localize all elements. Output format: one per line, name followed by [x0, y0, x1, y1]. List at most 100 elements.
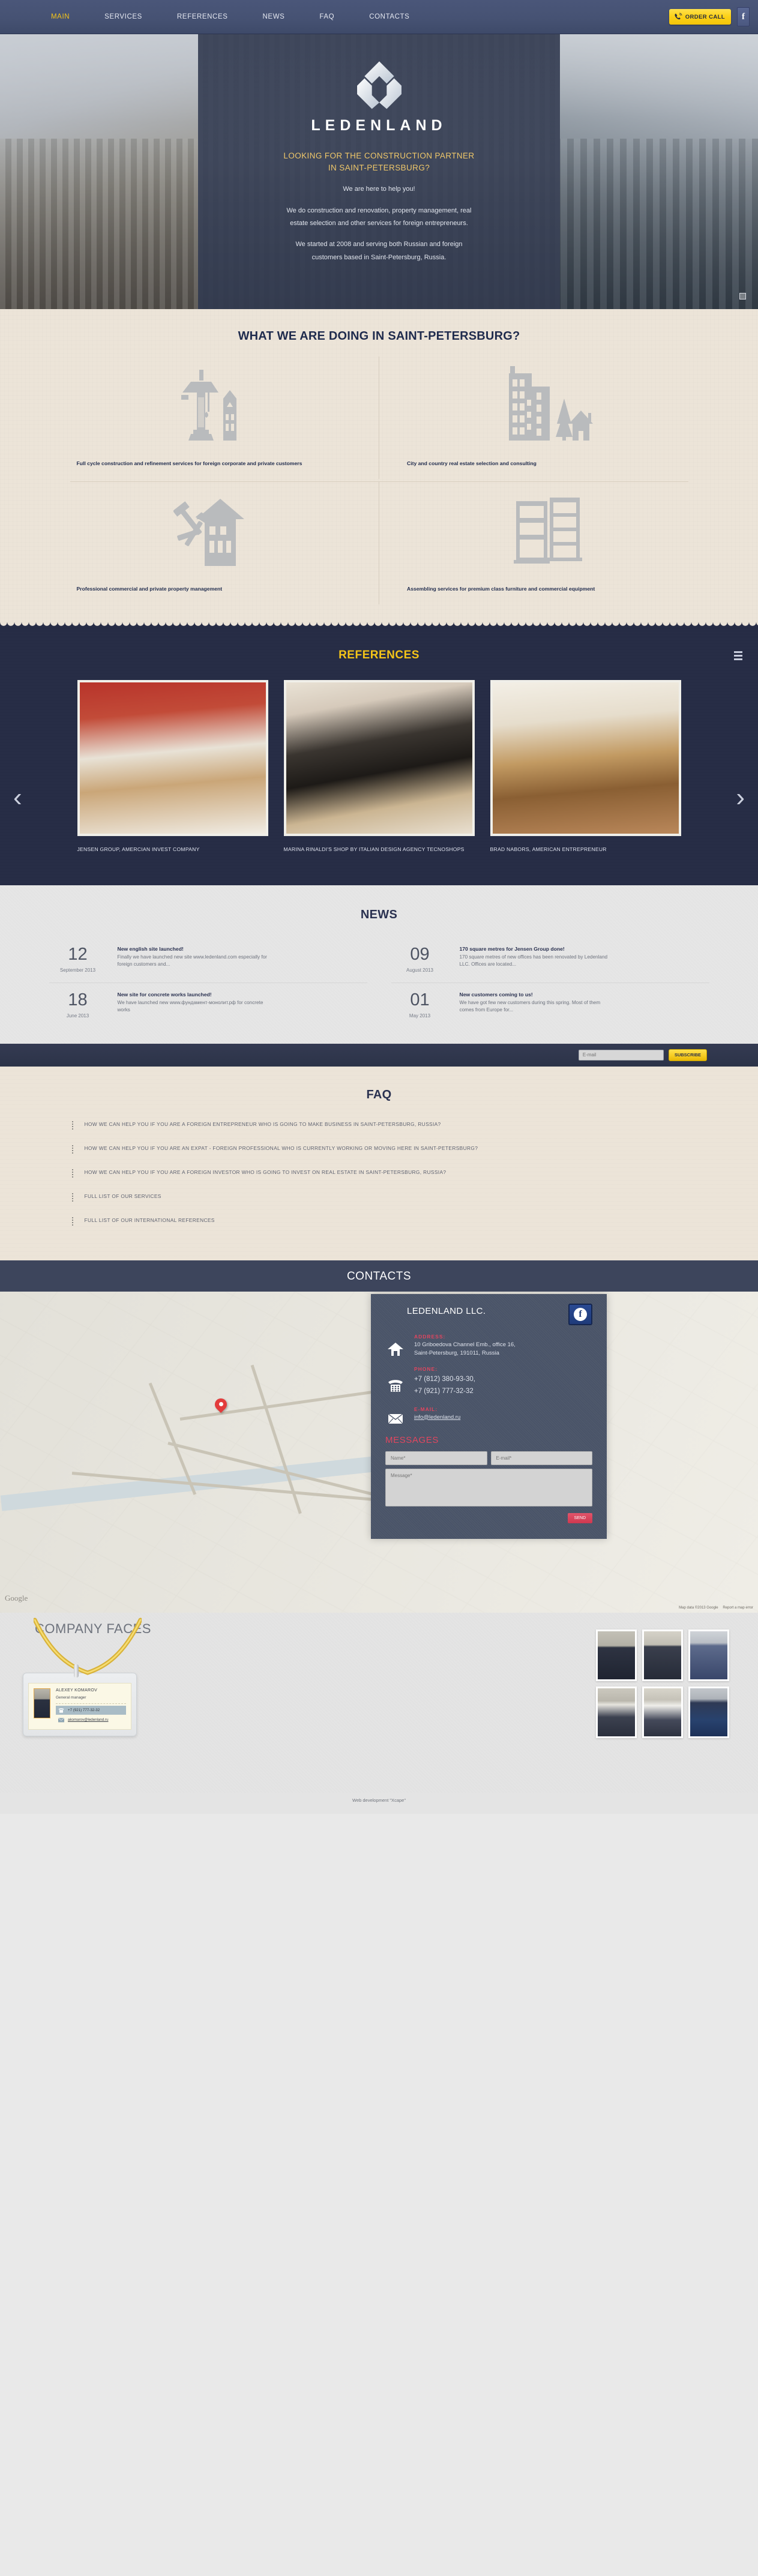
facebook-icon[interactable]: f [737, 7, 750, 26]
references-next-arrow[interactable]: › [736, 784, 745, 811]
phone-label: PHONE: [414, 1366, 438, 1373]
subscribe-bar: SUBSCRIBE [0, 1043, 758, 1067]
nav-item-main[interactable]: MAIN [51, 13, 70, 20]
news-item[interactable]: 09 August 2013 170 square metres for Jen… [391, 937, 709, 983]
faq-question: FULL LIST OF OUR SERVICES [84, 1193, 161, 1199]
email-value[interactable]: info@ledenland.ru [414, 1413, 460, 1422]
city-country-buildings-icon [407, 363, 691, 442]
address-row: ADDRESS: 10 Griboedova Channel Emb., off… [385, 1334, 592, 1358]
references-title: REFERENCES [0, 649, 758, 662]
news-excerpt: We have launched new www.фундамент-монол… [117, 999, 263, 1013]
faq-item[interactable]: FULL LIST OF OUR INTERNATIONAL REFERENCE… [71, 1216, 709, 1227]
news-date: 01 May 2013 [391, 991, 449, 1019]
employee-tile[interactable] [688, 1686, 729, 1738]
reference-caption: BRAD NABORS, AMERICAN ENTREPRENEUR [490, 846, 607, 852]
map-location-pin-icon[interactable] [212, 1395, 230, 1415]
faq-question: HOW WE CAN HELP YOU IF YOU ARE A FOREIGN… [84, 1169, 447, 1175]
phone-row: PHONE: +7 (812) 380-93-30, +7 (921) 777-… [385, 1366, 592, 1397]
faq-item[interactable]: FULL LIST OF OUR SERVICES [71, 1192, 709, 1203]
nav-right-actions: ORDER CALL f [669, 7, 758, 26]
service-cell-4[interactable]: Assembling services for premium class fu… [379, 482, 709, 604]
faq-list: HOW WE CAN HELP YOU IF YOU ARE A FOREIGN… [49, 1120, 709, 1227]
scallop-divider [0, 622, 758, 631]
phone-block: PHONE: +7 (812) 380-93-30, +7 (921) 777-… [414, 1366, 475, 1397]
employee-email-row[interactable]: akomarov@ledenland.ru [56, 1716, 126, 1724]
faq-title: FAQ [366, 1088, 392, 1101]
news-month: September 2013 [59, 967, 96, 973]
news-date: 18 June 2013 [49, 991, 107, 1019]
faq-item[interactable]: HOW WE CAN HELP YOU IF YOU ARE A FOREIGN… [71, 1120, 709, 1131]
references-prev-arrow[interactable]: ‹ [13, 784, 22, 811]
service-cell-2[interactable]: City and country real estate selection a… [379, 357, 709, 479]
employee-tile[interactable] [642, 1686, 683, 1738]
contact-info-card: LEDENLAND LLC. f ADDRESS: 10 Griboedova … [371, 1294, 607, 1539]
brand-name: LEDENLAND [311, 117, 447, 134]
news-item[interactable]: 01 May 2013 New customers coming to us! … [391, 982, 709, 1028]
nav-item-services[interactable]: SERVICES [104, 13, 142, 20]
facebook-icon[interactable]: f [568, 1303, 592, 1325]
employee-photo-grid [596, 1629, 729, 1738]
crane-house-icon [77, 363, 355, 442]
badge-sleeve: ALEXEY KOMAROV General manager +7 (921) … [23, 1672, 137, 1736]
news-item[interactable]: 18 June 2013 New site for concrete works… [49, 982, 367, 1028]
news-date: 12 September 2013 [49, 944, 107, 973]
address-label: ADDRESS: [414, 1333, 446, 1340]
company-faces-section: COMPANY FACES ALEXEY KOMAROV General man… [0, 1613, 758, 1793]
news-item[interactable]: 12 September 2013 New english site launc… [49, 937, 367, 983]
house-tools-icon [77, 488, 355, 567]
contacts-section: Google Map data ©2013 Google Report a ma… [0, 1291, 758, 1613]
news-day: 12 [68, 944, 88, 964]
faq-question: FULL LIST OF OUR INTERNATIONAL REFERENCE… [84, 1217, 215, 1223]
subscribe-button[interactable]: SUBSCRIBE [668, 1049, 707, 1061]
hero-description: We are here to help you! We do construct… [283, 183, 475, 272]
slider-indicator[interactable] [739, 293, 746, 299]
faq-question: HOW WE CAN HELP YOU IF YOU ARE A FOREIGN… [84, 1121, 441, 1127]
nav-item-contacts[interactable]: CONTACTS [369, 13, 409, 20]
phone-icon [385, 1366, 406, 1397]
email-link[interactable]: info@ledenland.ru [414, 1414, 460, 1421]
news-title: NEWS [360, 907, 398, 921]
map-report-link[interactable]: Report a map error [723, 1606, 753, 1610]
map-credits: Map data ©2013 Google Report a map error [679, 1606, 753, 1610]
hero-section: LEDENLAND LOOKING FOR THE CONSTRUCTION P… [0, 34, 758, 309]
phone-number-1: +7 (812) 380-93-30, [414, 1376, 475, 1383]
employee-badge[interactable]: ALEXEY KOMAROV General manager +7 (921) … [23, 1618, 142, 1736]
subscribe-email-input[interactable] [578, 1049, 664, 1061]
service-cell-1[interactable]: Full cycle construction and refinement s… [49, 357, 379, 479]
employee-tile[interactable] [688, 1629, 729, 1681]
business-card: ALEXEY KOMAROV General manager +7 (921) … [28, 1682, 131, 1730]
order-call-button[interactable]: ORDER CALL [669, 9, 731, 25]
email-field[interactable] [490, 1451, 592, 1465]
message-field[interactable] [385, 1468, 592, 1506]
employee-tile[interactable] [642, 1629, 683, 1681]
employee-email[interactable]: akomarov@ledenland.ru [68, 1718, 109, 1722]
furniture-shelves-icon [407, 488, 691, 567]
services-section: WHAT WE ARE DOING IN SAINT-PETERSBURG? F… [0, 309, 758, 622]
name-field[interactable] [385, 1451, 487, 1465]
lanyard-icon [34, 1618, 142, 1675]
faq-item[interactable]: HOW WE CAN HELP YOU IF YOU ARE AN EXPAT … [71, 1144, 709, 1155]
reference-card[interactable]: JENSEN GROUP, AMERCIAN INVEST COMPANY [77, 680, 268, 854]
faq-item[interactable]: HOW WE CAN HELP YOU IF YOU ARE A FOREIGN… [71, 1168, 709, 1179]
reference-photo [283, 680, 475, 836]
employee-tile[interactable] [596, 1629, 637, 1681]
services-title: WHAT WE ARE DOING IN SAINT-PETERSBURG? [238, 330, 520, 343]
reference-card[interactable]: BRAD NABORS, AMERICAN ENTREPRENEUR [490, 680, 681, 854]
hero-paragraph-3: We started at 2008 and serving both Russ… [295, 241, 463, 261]
employee-name: ALEXEY KOMAROV [56, 1688, 98, 1693]
send-button[interactable]: SEND [567, 1512, 592, 1523]
email-label: E-MAIL: [414, 1406, 438, 1412]
news-month: June 2013 [66, 1013, 89, 1019]
nav-item-faq[interactable]: FAQ [319, 13, 334, 20]
grid-bullet-icon [71, 1145, 76, 1155]
services-grid: Full cycle construction and refinement s… [49, 357, 709, 479]
employee-role: General manager [56, 1695, 86, 1700]
service-cell-3[interactable]: Professional commercial and private prop… [49, 482, 379, 604]
nav-item-news[interactable]: NEWS [263, 13, 285, 20]
list-view-icon[interactable] [734, 651, 742, 662]
reference-card[interactable]: MARINA RINALDI'S SHOP BY ITALIAN DESIGN … [283, 680, 475, 854]
order-call-label: ORDER CALL [685, 13, 725, 20]
hero-headline: LOOKING FOR THE CONSTRUCTION PARTNER IN … [283, 151, 475, 172]
nav-item-references[interactable]: REFERENCES [177, 13, 228, 20]
employee-tile[interactable] [596, 1686, 637, 1738]
